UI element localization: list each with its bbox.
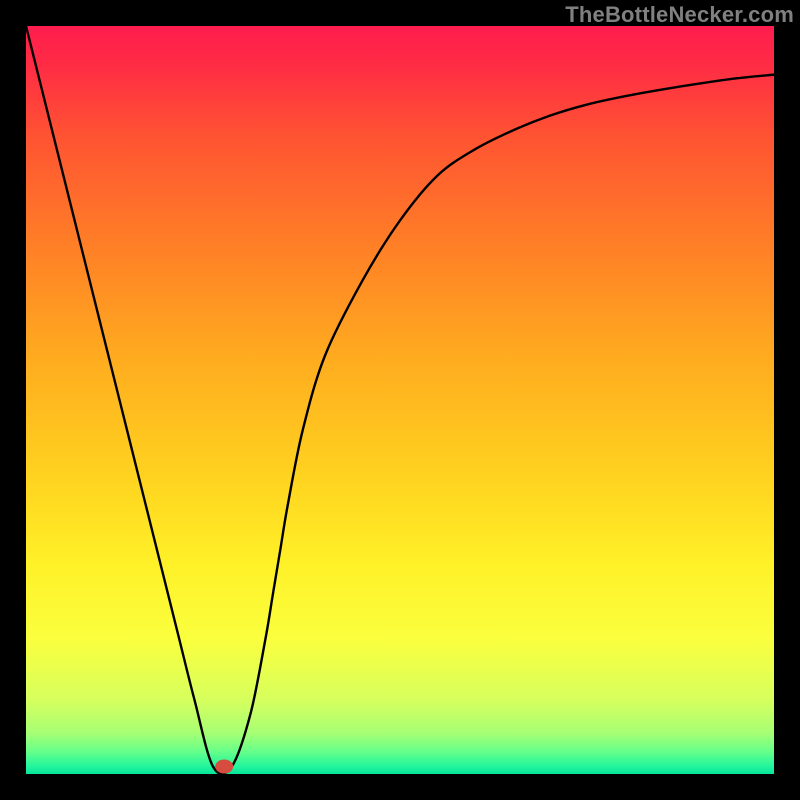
- chart-svg: [0, 0, 800, 800]
- plot-area: [26, 26, 774, 774]
- optimal-point-marker: [215, 760, 233, 774]
- attribution-text: TheBottleNecker.com: [565, 2, 794, 28]
- bottleneck-chart: TheBottleNecker.com: [0, 0, 800, 800]
